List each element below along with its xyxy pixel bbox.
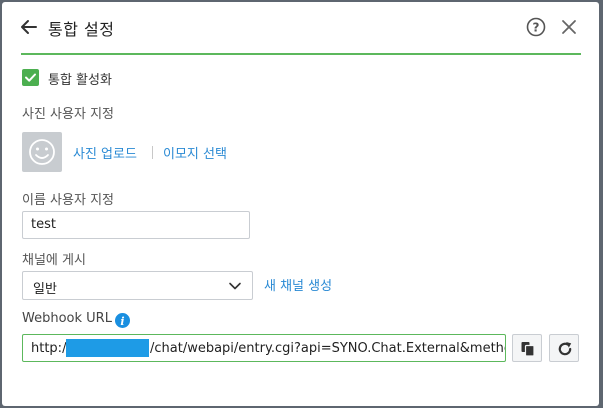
name-section-label: 이름 사용자 지정 bbox=[22, 193, 114, 208]
regenerate-url-button[interactable] bbox=[549, 334, 579, 362]
channel-select[interactable]: 일반 bbox=[22, 271, 253, 300]
chevron-down-icon bbox=[229, 282, 241, 290]
redacted-host-mask bbox=[66, 339, 149, 357]
photo-section-label: 사진 사용자 지정 bbox=[22, 107, 114, 122]
dialog-title: 통합 설정 bbox=[48, 20, 115, 39]
back-arrow-icon[interactable] bbox=[18, 16, 40, 38]
choose-emoji-link[interactable]: 이모지 선택 bbox=[163, 143, 227, 162]
channel-section-label: 채널에 게시 bbox=[22, 253, 86, 268]
new-channel-link[interactable]: 새 채널 생성 bbox=[264, 275, 332, 294]
info-icon[interactable]: i bbox=[115, 313, 130, 328]
webhook-url-prefix: http:// bbox=[31, 341, 71, 356]
copy-url-button[interactable] bbox=[512, 334, 542, 362]
link-separator bbox=[152, 146, 153, 159]
integration-settings-dialog: 통합 설정 ? 통합 활성화 사진 사용자 지정 사진 업로드 이모지 선택 이… bbox=[2, 2, 599, 406]
enable-integration-label: 통합 활성화 bbox=[48, 73, 112, 88]
upload-photo-link[interactable]: 사진 업로드 bbox=[73, 143, 137, 162]
svg-text:i: i bbox=[120, 315, 124, 328]
refresh-icon bbox=[558, 342, 572, 356]
enable-integration-checkbox[interactable] bbox=[22, 69, 39, 86]
webhook-section-label: Webhook URL bbox=[22, 311, 112, 326]
close-icon[interactable] bbox=[559, 17, 579, 37]
smiley-icon bbox=[29, 139, 55, 165]
svg-text:?: ? bbox=[533, 21, 540, 35]
help-icon[interactable]: ? bbox=[526, 17, 546, 37]
name-input[interactable]: test bbox=[22, 211, 250, 239]
webhook-url-path: /chat/webapi/entry.cgi?api=SYNO.Chat.Ext… bbox=[150, 341, 505, 356]
avatar bbox=[22, 132, 62, 172]
webhook-url-field[interactable]: http:// /chat/webapi/entry.cgi?api=SYNO.… bbox=[22, 334, 506, 362]
channel-select-value: 일반 bbox=[33, 282, 57, 297]
dialog-header: 통합 설정 ? bbox=[2, 2, 599, 54]
copy-icon bbox=[521, 342, 535, 357]
header-divider bbox=[21, 53, 581, 55]
